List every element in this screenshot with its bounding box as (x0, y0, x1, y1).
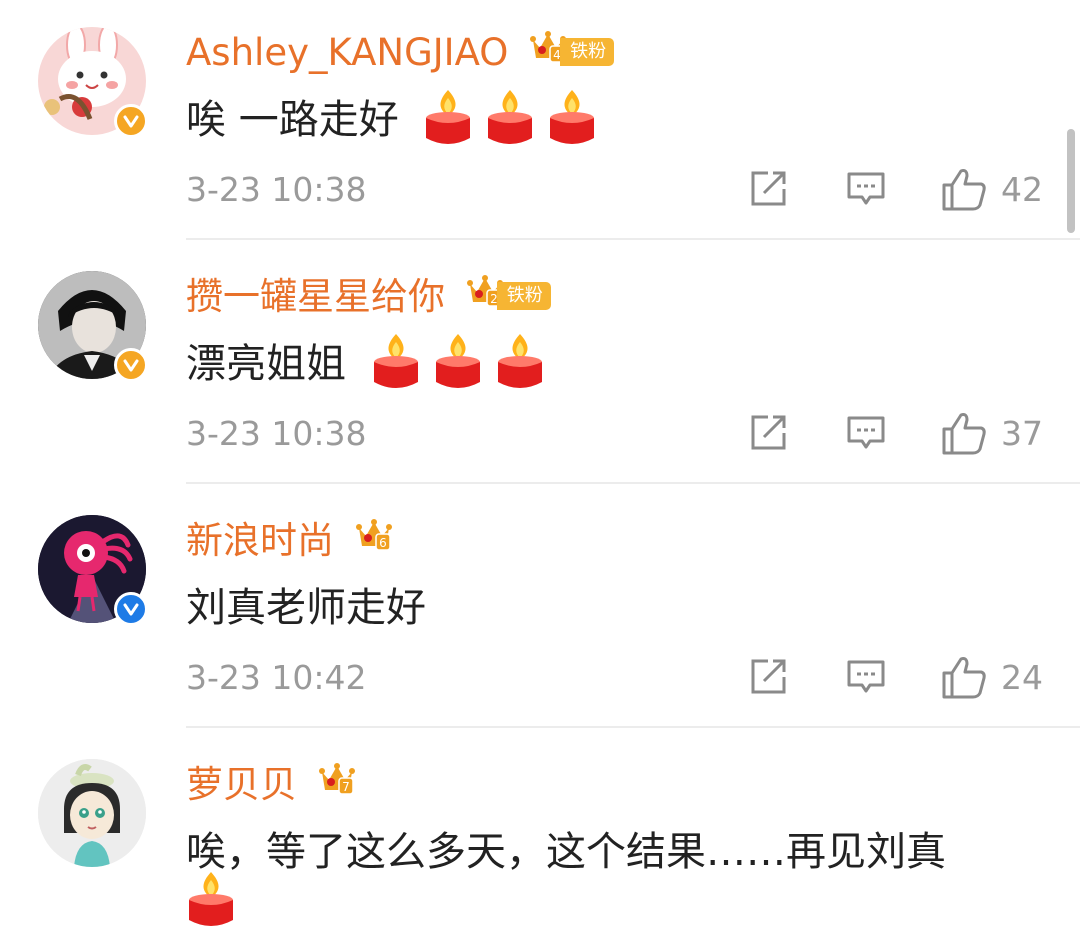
comment-icon (847, 660, 885, 693)
avatar[interactable] (38, 271, 148, 382)
crown-level-icon: 6 (355, 515, 392, 565)
candle-emoji-icon (495, 332, 545, 390)
username[interactable]: 攒一罐星星给你 2 铁粉 (186, 272, 551, 322)
comment-text: 刘真老师走好 (186, 585, 426, 631)
like-icon (942, 657, 986, 699)
candle-emoji-icon (433, 332, 483, 390)
avatar[interactable] (38, 515, 148, 626)
share-icon (751, 415, 786, 450)
like-button[interactable]: 24 (941, 656, 1043, 699)
username[interactable]: Ashley_KANGJIAO 4 铁粉 (186, 28, 615, 78)
comment-icon (847, 416, 885, 449)
scrollbar[interactable] (1067, 129, 1075, 233)
comment-item: 新浪时尚 6 刘真老师走好 3-23 10:42 24 (0, 488, 1080, 728)
candle-emoji-icon (547, 88, 597, 146)
reply-button[interactable] (846, 412, 886, 454)
verified-badge-icon (114, 592, 148, 626)
like-count: 37 (1001, 413, 1043, 453)
share-button[interactable] (748, 168, 788, 210)
comment-text: 漂亮姐姐 (186, 334, 545, 392)
avatar[interactable] (38, 27, 148, 138)
crown-level-icon: 7 (318, 759, 355, 809)
candle-emoji-icon (371, 332, 421, 390)
reply-button[interactable] (846, 168, 886, 210)
share-button[interactable] (748, 412, 788, 454)
comment-icon (847, 172, 885, 205)
comment-text-continued (186, 870, 236, 930)
share-icon (751, 171, 786, 206)
svg-text:6: 6 (379, 536, 387, 550)
like-icon (942, 169, 986, 211)
verified-badge-icon (114, 348, 148, 382)
share-icon (751, 659, 786, 694)
comment-item: Ashley_KANGJIAO 4 铁粉 唉 一路走好 3-23 10:38 4… (0, 0, 1080, 240)
fan-badge: 铁粉 (496, 281, 551, 310)
comment-item: 萝贝贝 7 唉，等了这么多天，这个结果……再见刘真 (0, 732, 1080, 926)
candle-emoji-icon (485, 88, 535, 146)
divider (186, 726, 1080, 728)
like-icon (942, 413, 986, 455)
svg-text:7: 7 (342, 780, 350, 794)
like-button[interactable]: 37 (941, 412, 1043, 455)
username[interactable]: 萝贝贝 7 (186, 760, 355, 810)
username[interactable]: 新浪时尚 6 (186, 516, 392, 566)
share-button[interactable] (748, 656, 788, 698)
comment-item: 攒一罐星星给你 2 铁粉 漂亮姐姐 3-23 10:38 37 (0, 244, 1080, 484)
comment-timestamp: 3-23 10:38 (186, 170, 367, 209)
comment-timestamp: 3-23 10:38 (186, 414, 367, 453)
like-count: 42 (1001, 169, 1043, 209)
comment-text: 唉，等了这么多天，这个结果……再见刘真 (186, 829, 946, 875)
like-count: 24 (1001, 657, 1043, 697)
divider (186, 238, 1080, 240)
candle-emoji-icon (423, 88, 473, 146)
divider (186, 482, 1080, 484)
fan-badge: 铁粉 (560, 37, 615, 66)
verified-badge-icon (114, 104, 148, 138)
avatar[interactable] (38, 759, 146, 867)
comment-text: 唉 一路走好 (186, 90, 597, 148)
candle-emoji-icon (186, 870, 236, 928)
comment-timestamp: 3-23 10:42 (186, 658, 367, 697)
reply-button[interactable] (846, 656, 886, 698)
like-button[interactable]: 42 (941, 168, 1043, 211)
